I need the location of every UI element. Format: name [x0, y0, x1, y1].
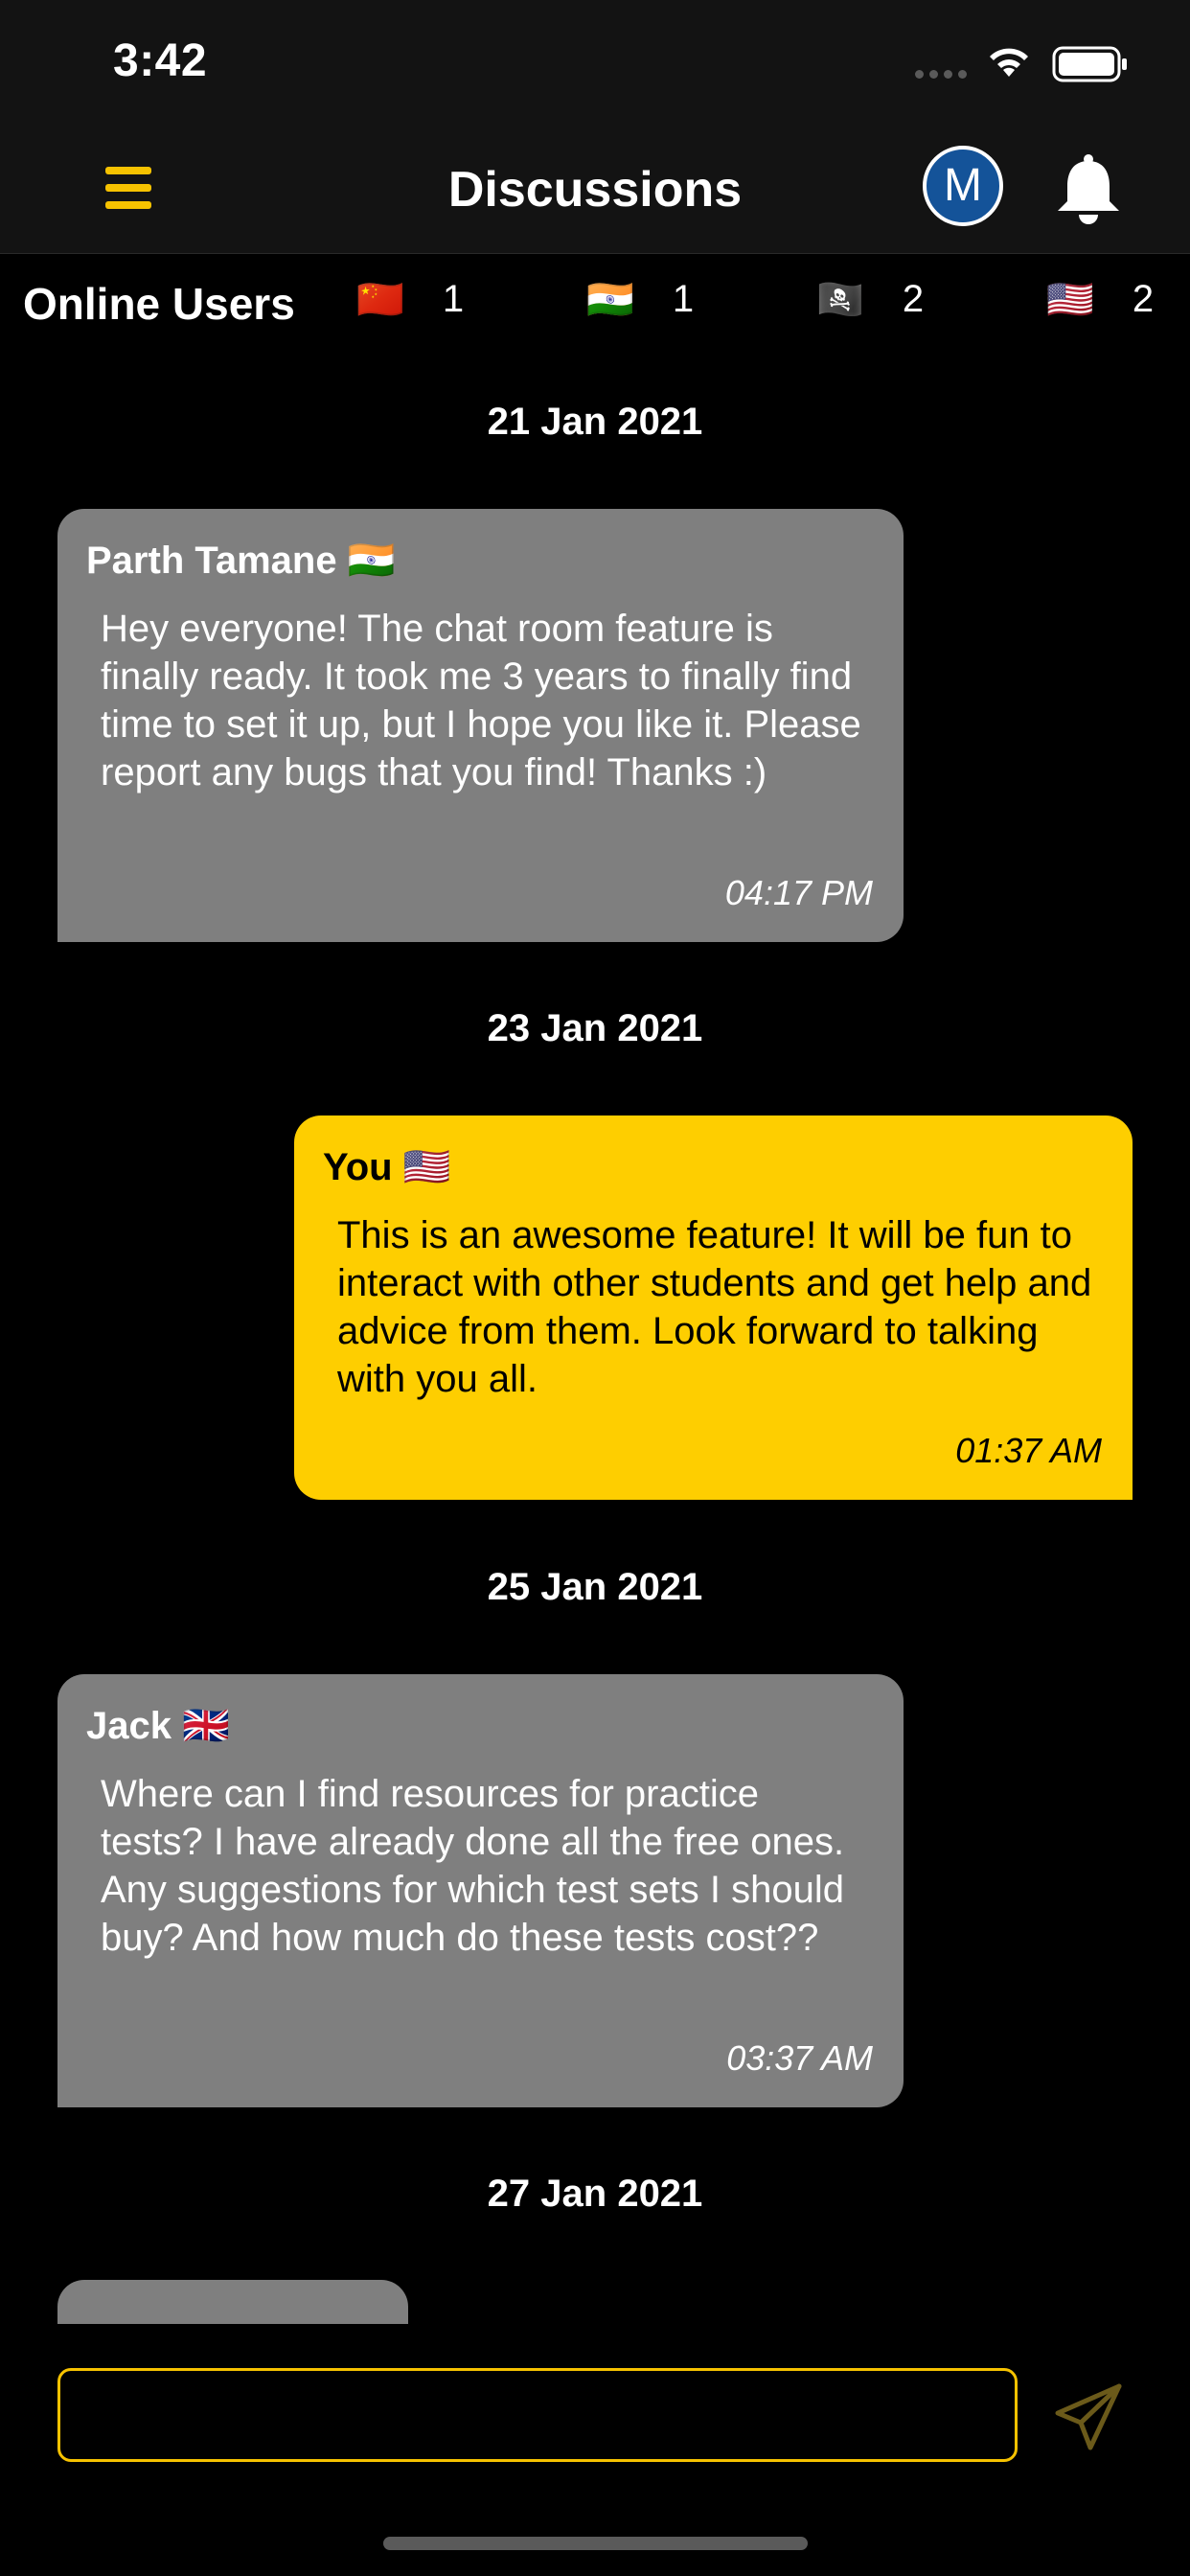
message-sender: Parth Tamane 🇮🇳	[86, 540, 396, 582]
message-sender: You 🇺🇸	[323, 1146, 451, 1188]
online-flag-usa: 🇺🇸 2	[1046, 278, 1154, 321]
message-text: This is an awesome feature! It will be f…	[337, 1214, 1092, 1400]
home-indicator	[383, 2537, 808, 2550]
message-bubble-own[interactable]: You 🇺🇸 This is an awesome feature! It wi…	[294, 1116, 1133, 1500]
status-bar: 3:42	[0, 0, 1190, 125]
date-separator: 21 Jan 2021	[487, 401, 703, 443]
message-time: 04:17 PM	[724, 873, 873, 912]
page-title: Discussions	[447, 162, 743, 218]
send-icon[interactable]	[1052, 2380, 1125, 2453]
message-time: 03:37 AM	[726, 2038, 873, 2078]
message-text: Where can I find resources for practice …	[101, 1773, 845, 1959]
avatar[interactable]: M	[923, 146, 1003, 226]
bell-icon[interactable]	[1052, 151, 1125, 228]
china-flag-icon: 🇨🇳	[356, 278, 404, 321]
online-count: 2	[1132, 278, 1155, 320]
date-separator: 23 Jan 2021	[487, 1007, 703, 1049]
online-count: 1	[672, 278, 695, 320]
pirate-flag-icon: 🏴‍☠️	[816, 278, 864, 321]
message-input[interactable]	[57, 2368, 1018, 2462]
usa-flag-icon: 🇺🇸	[1046, 278, 1094, 321]
nav-bar: Discussions M	[0, 125, 1190, 254]
date-separator: 25 Jan 2021	[487, 1566, 703, 1608]
online-flag-india: 🇮🇳 1	[586, 278, 694, 321]
message-sender: Jack 🇬🇧	[86, 1705, 230, 1747]
message-time: 01:37 AM	[955, 1431, 1102, 1470]
online-flag-china: 🇨🇳 1	[356, 278, 464, 321]
wifi-icon	[990, 48, 1028, 77]
online-count: 2	[902, 278, 925, 320]
online-users-label: Online Users	[23, 279, 295, 329]
india-flag-icon: 🇮🇳	[586, 278, 634, 321]
message-bubble[interactable]: Jack 🇬🇧 Where can I find resources for p…	[57, 1674, 904, 2107]
online-flag-pirate: 🏴‍☠️ 2	[816, 278, 924, 321]
battery-icon	[1052, 46, 1127, 82]
status-time: 3:42	[113, 35, 208, 86]
message-bubble[interactable]: Parth Tamane 🇮🇳 Hey everyone! The chat r…	[57, 509, 904, 942]
cellular-signal-icon	[915, 70, 967, 79]
date-separator: 27 Jan 2021	[487, 2173, 703, 2215]
online-count: 1	[442, 278, 465, 320]
online-users-bar: Online Users 🇨🇳 1 🇮🇳 1 🏴‍☠️ 2 🇺🇸 2	[0, 255, 1190, 351]
message-text: Hey everyone! The chat room feature is f…	[101, 608, 861, 794]
